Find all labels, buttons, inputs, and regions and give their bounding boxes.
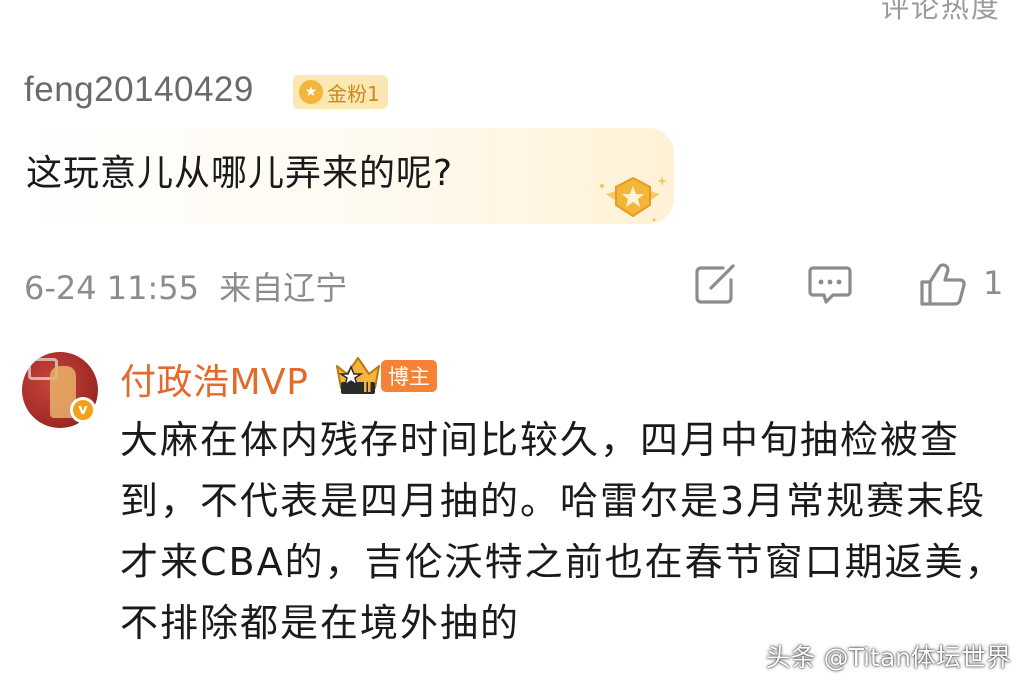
like-icon[interactable] xyxy=(918,262,968,308)
crown-icon xyxy=(336,357,380,394)
fan-badge-label: 金粉1 xyxy=(327,81,380,106)
medal-icon xyxy=(600,176,667,222)
comment1-meta: 6-24 11:55 来自辽宁 xyxy=(24,263,347,309)
comment1-username[interactable]: feng20140429 xyxy=(24,70,254,110)
top-partial-text: 评论热度 xyxy=(880,0,1001,24)
comment2-username[interactable]: 付政浩MVP xyxy=(120,353,308,405)
watermark: 头条 @Titan体坛世界 xyxy=(765,643,1011,672)
blogger-badge: 博主 xyxy=(381,360,437,392)
timestamp: 6-24 11:55 xyxy=(24,269,200,307)
comment-icon[interactable] xyxy=(807,262,853,306)
comment2-text: 大麻在体内残存时间比较久，四月中旬抽检被查到，不代表是四月抽的。哈雷尔是3月常规… xyxy=(120,418,1005,645)
location: 来自辽宁 xyxy=(219,269,348,307)
fan-badge: ★ 金粉1 xyxy=(293,75,388,109)
edit-icon[interactable] xyxy=(693,262,739,306)
star-icon: ★ xyxy=(299,80,323,104)
verified-icon: v xyxy=(70,397,96,423)
like-count: 1 xyxy=(983,264,1004,302)
comment1-text: 这玩意儿从哪儿弄来的呢? xyxy=(26,153,454,194)
